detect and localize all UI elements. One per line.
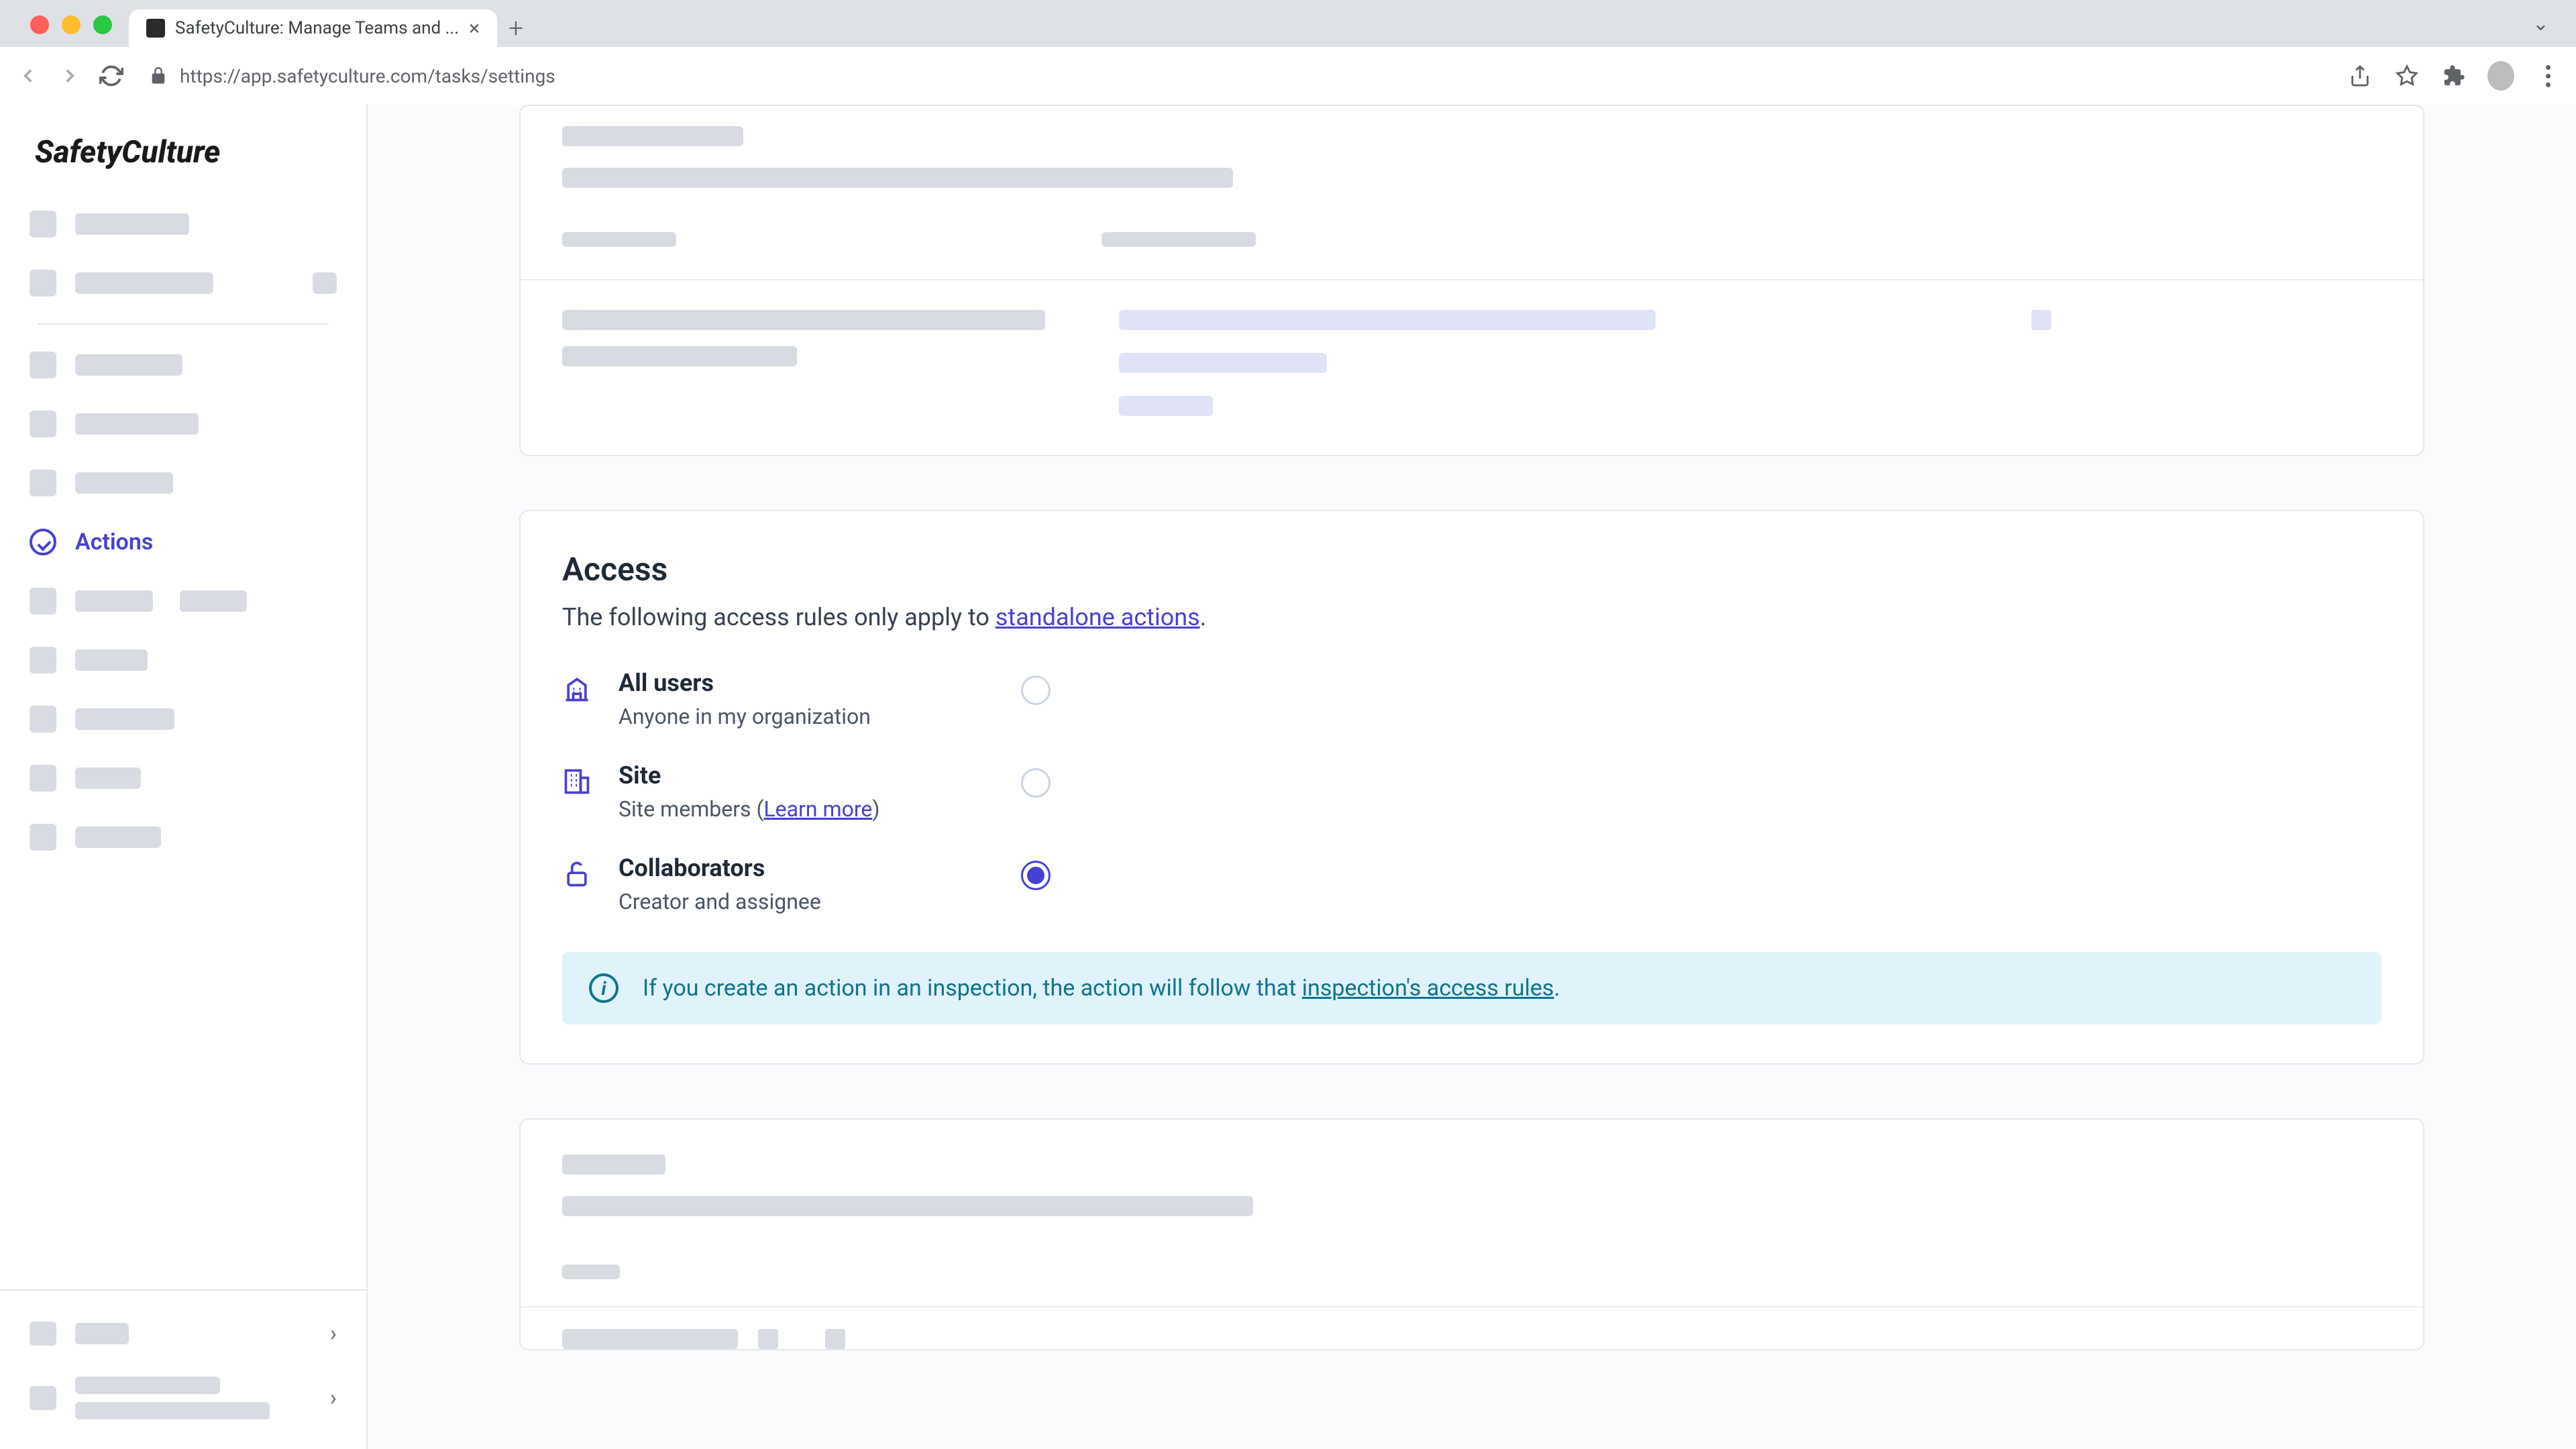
menu-icon[interactable] bbox=[2534, 62, 2561, 89]
nav-skeleton-item bbox=[30, 588, 337, 614]
sidebar-item-actions[interactable]: Actions bbox=[30, 529, 337, 555]
lock-open-icon bbox=[562, 859, 592, 889]
access-option-site: Site Site members (Learn more) bbox=[562, 761, 2381, 822]
access-card: Access The following access rules only a… bbox=[519, 510, 2424, 1065]
radio-collaborators[interactable] bbox=[1021, 861, 1051, 890]
sidebar-item-label: Actions bbox=[75, 529, 153, 555]
logo[interactable]: SafetyCulture bbox=[0, 134, 366, 211]
nav-skeleton-item bbox=[30, 647, 337, 674]
nav-skeleton-item bbox=[30, 470, 337, 496]
nav-skeleton-item bbox=[30, 765, 337, 792]
logo-text: SafetyCulture bbox=[35, 134, 220, 170]
nav-divider bbox=[38, 323, 329, 325]
extensions-icon[interactable] bbox=[2440, 62, 2467, 89]
sidebar-bottom-item[interactable]: › bbox=[30, 1377, 337, 1419]
access-option-collaborators: Collaborators Creator and assignee bbox=[562, 854, 2381, 914]
skeleton-card-top bbox=[519, 105, 2424, 456]
url-bar: https://app.safetyculture.com/tasks/sett… bbox=[0, 47, 2576, 105]
access-title: Access bbox=[562, 550, 2381, 588]
radio-site[interactable] bbox=[1021, 768, 1051, 798]
sidebar-bottom: › › bbox=[0, 1289, 366, 1449]
nav-top-section: Actions bbox=[0, 211, 366, 851]
reload-button[interactable] bbox=[98, 62, 125, 89]
back-button[interactable] bbox=[15, 62, 42, 89]
option-title: Collaborators bbox=[619, 854, 994, 882]
tab-title: SafetyCulture: Manage Teams and ... bbox=[175, 18, 459, 38]
option-subtitle: Anyone in my organization bbox=[619, 704, 994, 729]
nav-skeleton-item bbox=[30, 352, 337, 378]
share-icon[interactable] bbox=[2347, 62, 2373, 89]
window-minimize-icon[interactable] bbox=[62, 15, 80, 34]
access-option-all-users: All users Anyone in my organization bbox=[562, 669, 2381, 729]
access-desc-suffix: . bbox=[1200, 603, 1207, 631]
chevron-right-icon: › bbox=[330, 1320, 337, 1347]
tab-close-icon[interactable]: × bbox=[469, 17, 480, 40]
main-content: Access The following access rules only a… bbox=[368, 105, 2576, 1449]
inspection-access-rules-link[interactable]: inspection's access rules bbox=[1302, 975, 1554, 1002]
sidebar-bottom-item[interactable]: › bbox=[30, 1320, 337, 1347]
browser-tab[interactable]: SafetyCulture: Manage Teams and ... × bbox=[129, 9, 497, 47]
bookmark-icon[interactable] bbox=[2394, 62, 2420, 89]
access-options: All users Anyone in my organization Site… bbox=[562, 669, 2381, 914]
check-circle-icon bbox=[30, 529, 56, 555]
tabs-dropdown-icon[interactable]: ⌄ bbox=[2532, 12, 2549, 36]
lock-icon bbox=[149, 66, 168, 85]
access-desc-prefix: The following access rules only apply to bbox=[562, 603, 996, 631]
favicon-icon bbox=[146, 19, 165, 38]
profile-avatar[interactable] bbox=[2487, 62, 2514, 89]
window-controls bbox=[13, 15, 129, 47]
nav-skeleton-item bbox=[30, 211, 337, 237]
option-subtitle: Site members (Learn more) bbox=[619, 796, 994, 822]
standalone-actions-link[interactable]: standalone actions bbox=[996, 603, 1200, 631]
address-bar[interactable]: https://app.safetyculture.com/tasks/sett… bbox=[140, 65, 2332, 87]
chevron-right-icon: › bbox=[330, 1385, 337, 1411]
nav-skeleton-item bbox=[30, 411, 337, 437]
site-icon bbox=[562, 767, 592, 796]
info-icon: i bbox=[589, 973, 619, 1003]
browser-chrome: SafetyCulture: Manage Teams and ... × + … bbox=[0, 0, 2576, 105]
nav-skeleton-item bbox=[30, 706, 337, 733]
window-maximize-icon[interactable] bbox=[93, 15, 112, 34]
radio-all-users[interactable] bbox=[1021, 676, 1051, 705]
building-icon bbox=[562, 674, 592, 704]
browser-actions bbox=[2347, 62, 2561, 89]
forward-button[interactable] bbox=[56, 62, 83, 89]
window-close-icon[interactable] bbox=[30, 15, 49, 34]
info-text: If you create an action in an inspection… bbox=[643, 975, 1560, 1002]
nav-skeleton-item bbox=[30, 824, 337, 851]
sidebar: SafetyCulture bbox=[0, 105, 368, 1449]
option-title: All users bbox=[619, 669, 994, 697]
learn-more-link[interactable]: Learn more bbox=[763, 796, 872, 822]
info-banner: i If you create an action in an inspecti… bbox=[562, 952, 2381, 1024]
skeleton-card-bottom bbox=[519, 1118, 2424, 1350]
tab-bar: SafetyCulture: Manage Teams and ... × + … bbox=[0, 0, 2576, 47]
nav-skeleton-item bbox=[30, 270, 337, 297]
option-title: Site bbox=[619, 761, 994, 790]
access-description: The following access rules only apply to… bbox=[562, 603, 2381, 631]
app-container: SafetyCulture bbox=[0, 105, 2576, 1449]
option-subtitle: Creator and assignee bbox=[619, 889, 994, 914]
url-text: https://app.safetyculture.com/tasks/sett… bbox=[180, 65, 555, 87]
new-tab-button[interactable]: + bbox=[497, 9, 535, 47]
